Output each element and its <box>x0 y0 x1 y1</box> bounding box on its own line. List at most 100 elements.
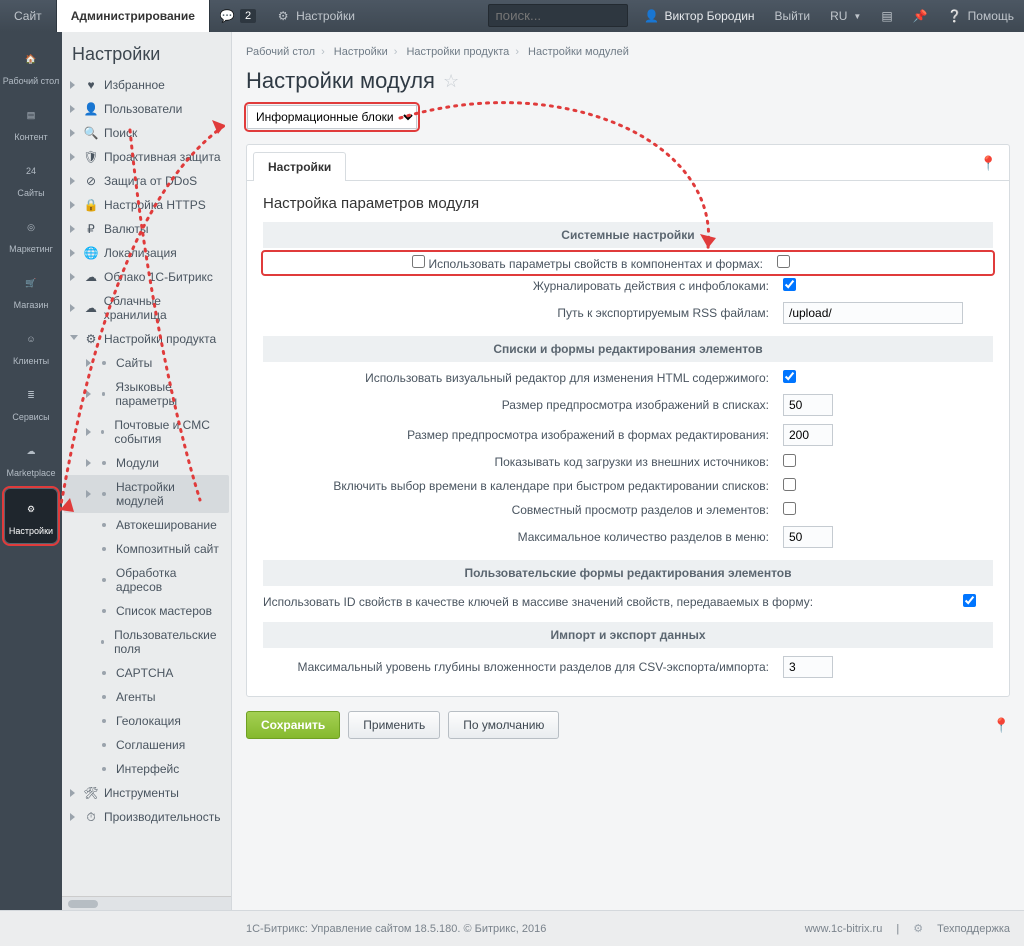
module-select[interactable]: Информационные блоки <box>247 105 417 129</box>
tree-l2-5[interactable]: Автокеширование <box>64 513 229 537</box>
notifications[interactable]: 💬 2 <box>210 0 266 32</box>
rss-path-input[interactable] <box>783 302 963 324</box>
tree-l1-9[interactable]: ☁Облачные хранилища <box>64 289 229 327</box>
topbar-settings[interactable]: ⚙ Настройки <box>266 0 365 32</box>
bullet-icon <box>102 492 106 496</box>
footer-support-link[interactable]: Техподдержка <box>937 923 1010 935</box>
favorite-star-icon[interactable]: ☆ <box>443 71 459 92</box>
tree-l2-13[interactable]: Соглашения <box>64 733 229 757</box>
prev-form-input[interactable] <box>783 424 833 446</box>
crumb-3[interactable]: Настройки модулей <box>528 46 629 58</box>
use-props-checkbox[interactable] <box>777 255 790 268</box>
caret-right-icon <box>70 201 78 209</box>
maxsec-input[interactable] <box>783 526 833 548</box>
caret-right-icon <box>70 105 78 113</box>
logout-link[interactable]: Выйти <box>765 0 821 32</box>
cart-icon: 🛒 <box>18 270 44 296</box>
tree-prod-settings[interactable]: ⚙ Настройки продукта <box>64 327 229 351</box>
help-link[interactable]: ❔ Помощь <box>938 0 1024 32</box>
ddos-icon: ⊘ <box>84 174 98 188</box>
footer-site-link[interactable]: www.1c-bitrix.ru <box>805 923 883 935</box>
left-rail: 🏠Рабочий стол ▤Контент 24Сайты ◎Маркетин… <box>0 32 62 946</box>
tree-l1-3[interactable]: 🛡Проактивная защита <box>64 145 229 169</box>
caret-right-icon <box>86 359 94 367</box>
tree-l1-2[interactable]: 🔍Поиск <box>64 121 229 145</box>
search-input[interactable] <box>488 4 628 27</box>
module-select-highlight: Информационные блоки <box>246 104 418 130</box>
caret-right-icon <box>70 304 78 312</box>
lang-switch[interactable]: RU ▼ <box>820 0 871 32</box>
visual-editor-checkbox[interactable] <box>783 370 796 383</box>
apply-button[interactable]: Применить <box>348 711 440 739</box>
tree-l2-10[interactable]: CAPTCHA <box>64 661 229 685</box>
cloud-icon: ☁ <box>84 270 98 284</box>
extcode-checkbox[interactable] <box>783 454 796 467</box>
tree-l1-0[interactable]: ♥Избранное <box>64 73 229 97</box>
save-button[interactable]: Сохранить <box>246 711 340 739</box>
sidebar-hscroll[interactable] <box>62 896 231 910</box>
tree-l1-4[interactable]: ⊘Защита от DDoS <box>64 169 229 193</box>
tree-l2-7[interactable]: Обработка адресов <box>64 561 229 599</box>
tree-l2-3[interactable]: Модули <box>64 451 229 475</box>
idkeys-checkbox[interactable] <box>963 594 976 607</box>
notif-count: 2 <box>240 9 256 23</box>
updates-icon[interactable]: ▤ <box>871 0 902 32</box>
default-button[interactable]: По умолчанию <box>448 711 559 739</box>
row-log: Журналировать действия с инфоблоками: <box>263 274 993 298</box>
tree-l2-6[interactable]: Композитный сайт <box>64 537 229 561</box>
log-checkbox[interactable] <box>783 278 796 291</box>
bottom-pin-icon[interactable]: 📍 <box>993 717 1010 734</box>
tree-l2-14[interactable]: Интерфейс <box>64 757 229 781</box>
globe-icon: 🌐 <box>84 246 98 260</box>
settings-tree[interactable]: ♥Избранное👤Пользователи🔍Поиск🛡Проактивна… <box>62 73 231 896</box>
calendar-checkbox[interactable] <box>783 478 796 491</box>
tree-tail-0[interactable]: 🛠Инструменты <box>64 781 229 805</box>
tree-l2-9[interactable]: Пользовательские поля <box>64 623 229 661</box>
tree-l2-11[interactable]: Агенты <box>64 685 229 709</box>
tree-l1-6[interactable]: ₽Валюты <box>64 217 229 241</box>
rail-sites[interactable]: 24Сайты <box>0 150 62 206</box>
topbar-search[interactable] <box>482 0 634 32</box>
tree-l2-8[interactable]: Список мастеров <box>64 599 229 623</box>
rail-settings[interactable]: ⚙Настройки <box>4 488 58 544</box>
tree-tail-1[interactable]: ⏱Производительность <box>64 805 229 829</box>
rail-desktop[interactable]: 🏠Рабочий стол <box>0 38 62 94</box>
tab-settings[interactable]: Настройки <box>253 152 346 181</box>
user-menu[interactable]: 👤 Виктор Бородин <box>634 0 764 32</box>
tree-l2-12[interactable]: Геолокация <box>64 709 229 733</box>
caret-right-icon <box>86 428 93 436</box>
tab-site[interactable]: Сайт <box>0 0 57 32</box>
tree-l2-4[interactable]: Настройки модулей <box>64 475 229 513</box>
rail-marketing[interactable]: ◎Маркетинг <box>0 206 62 262</box>
tab-admin[interactable]: Администрирование <box>57 0 210 32</box>
panel-pin-icon[interactable]: 📍 <box>974 151 1003 180</box>
rail-marketplace[interactable]: ☁Marketplace <box>0 430 62 486</box>
bullet-icon <box>102 461 106 465</box>
tree-l1-7[interactable]: 🌐Локализация <box>64 241 229 265</box>
sec-import: Импорт и экспорт данных <box>263 622 993 648</box>
tree-l2-1[interactable]: Языковые параметры <box>64 375 229 413</box>
gear-icon: ⚙ <box>276 9 290 23</box>
row-rss: Путь к экспортируемым RSS файлам: <box>263 298 993 328</box>
pin-icon[interactable]: 📌 <box>903 0 938 32</box>
csv-depth-input[interactable] <box>783 656 833 678</box>
crumb-0[interactable]: Рабочий стол <box>246 46 315 58</box>
prev-list-input[interactable] <box>783 394 833 416</box>
tree-l1-5[interactable]: 🔒Настройка HTTPS <box>64 193 229 217</box>
joint-checkbox[interactable] <box>783 502 796 515</box>
form-heading: Настройка параметров модуля <box>263 195 993 212</box>
scroll-thumb[interactable] <box>68 900 98 908</box>
rail-content[interactable]: ▤Контент <box>0 94 62 150</box>
caret-right-icon <box>70 789 78 797</box>
tree-l2-0[interactable]: Сайты <box>64 351 229 375</box>
rail-shop[interactable]: 🛒Магазин <box>0 262 62 318</box>
use-props-left-checkbox[interactable] <box>412 255 425 268</box>
rail-services[interactable]: ≣Сервисы <box>0 374 62 430</box>
tree-l2-2[interactable]: Почтовые и СМС события <box>64 413 229 451</box>
crumb-2[interactable]: Настройки продукта <box>406 46 509 58</box>
tree-l1-8[interactable]: ☁Облако 1С-Битрикс <box>64 265 229 289</box>
crumb-1[interactable]: Настройки <box>334 46 388 58</box>
tree-l1-1[interactable]: 👤Пользователи <box>64 97 229 121</box>
page-title: Настройки модуля ☆ <box>246 68 1010 94</box>
rail-clients[interactable]: ☺Клиенты <box>0 318 62 374</box>
